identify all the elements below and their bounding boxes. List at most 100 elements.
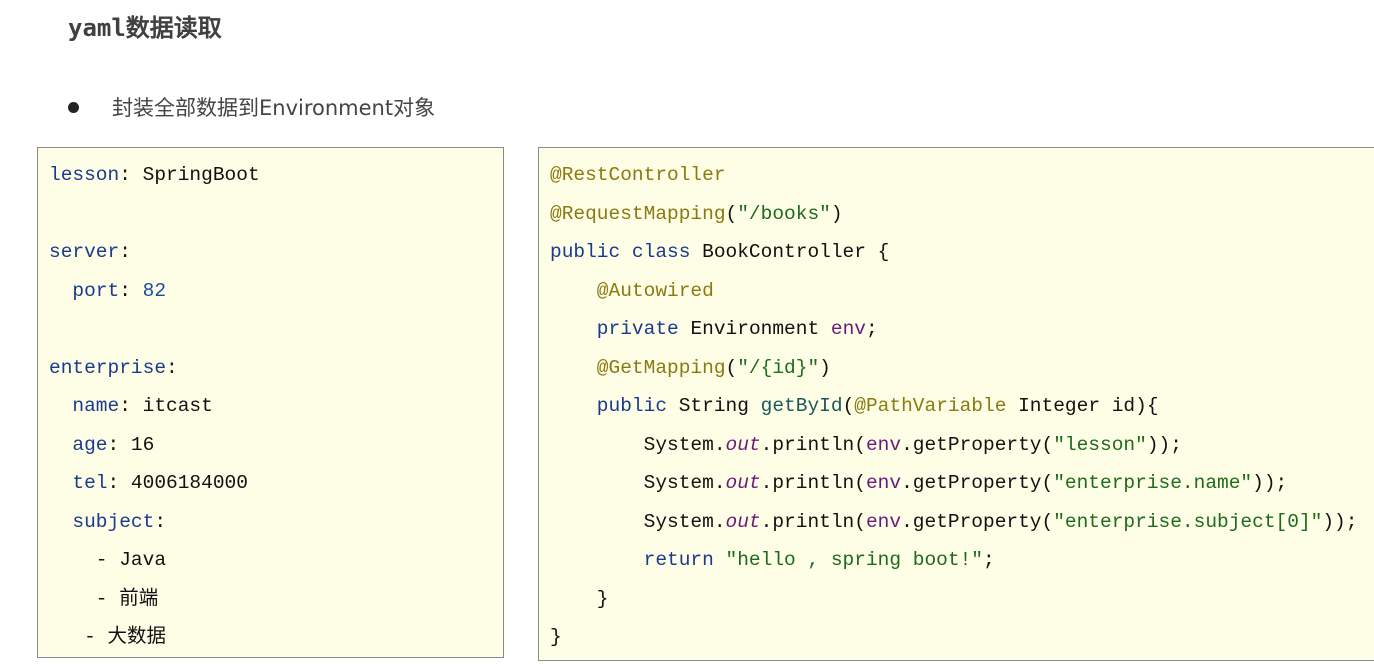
code-token: "hello , spring boot!" bbox=[726, 549, 983, 571]
code-token: public bbox=[550, 395, 679, 417]
code-token: env bbox=[866, 434, 901, 456]
code-token: out bbox=[726, 511, 761, 533]
code-line: @RestController bbox=[550, 158, 1357, 197]
code-token: ( bbox=[726, 203, 738, 225]
code-line bbox=[49, 197, 260, 236]
code-token: ) bbox=[831, 203, 843, 225]
code-token: : SpringBoot bbox=[119, 164, 259, 186]
code-token: .println( bbox=[761, 511, 866, 533]
code-line: public class BookController { bbox=[550, 235, 1357, 274]
code-token: : itcast bbox=[119, 395, 213, 417]
code-line: - Java bbox=[49, 543, 260, 582]
code-token: env bbox=[866, 511, 901, 533]
code-line: - 大数据 bbox=[49, 620, 260, 659]
code-line: port: 82 bbox=[49, 274, 260, 313]
yaml-code: lesson: SpringBoot server: port: 82 enterp… bbox=[49, 158, 260, 659]
code-token: .getProperty( bbox=[901, 434, 1053, 456]
code-token: String bbox=[679, 395, 761, 417]
code-token: - Java bbox=[49, 549, 166, 571]
code-token: "enterprise.name" bbox=[1053, 472, 1252, 494]
code-token: )); bbox=[1252, 472, 1287, 494]
code-token: @PathVariable bbox=[854, 395, 1006, 417]
code-line: enterprise: bbox=[49, 351, 260, 390]
code-token: ( bbox=[726, 357, 738, 379]
bullet-dot-icon bbox=[68, 102, 79, 113]
code-line bbox=[49, 312, 260, 351]
code-token: .getProperty( bbox=[901, 472, 1053, 494]
code-token: env bbox=[866, 472, 901, 494]
code-token: "lesson" bbox=[1053, 434, 1147, 456]
code-token: ) bbox=[819, 357, 831, 379]
java-code-block: @RestController@RequestMapping("/books")… bbox=[538, 147, 1374, 661]
code-token: name bbox=[49, 395, 119, 417]
code-token: - 前端 bbox=[49, 588, 158, 610]
code-token: "enterprise.subject[0]" bbox=[1053, 511, 1322, 533]
code-token: System. bbox=[550, 472, 726, 494]
code-token: @RestController bbox=[550, 164, 726, 186]
code-token: : bbox=[119, 241, 131, 263]
code-line: System.out.println(env.getProperty("ente… bbox=[550, 466, 1357, 505]
code-line: tel: 4006184000 bbox=[49, 466, 260, 505]
code-token: : bbox=[154, 511, 166, 533]
code-token: - 大数据 bbox=[49, 626, 166, 648]
code-token: return bbox=[550, 549, 726, 571]
code-line: } bbox=[550, 620, 1357, 659]
code-token: ; bbox=[983, 549, 995, 571]
code-token: : 4006184000 bbox=[108, 472, 248, 494]
yaml-code-block: lesson: SpringBoot server: port: 82 enterp… bbox=[37, 147, 504, 658]
code-line: @RequestMapping("/books") bbox=[550, 197, 1357, 236]
code-token: Environment bbox=[690, 318, 830, 340]
code-token: Integer id){ bbox=[1006, 395, 1158, 417]
code-line: System.out.println(env.getProperty("ente… bbox=[550, 505, 1357, 544]
code-token: } bbox=[550, 588, 609, 610]
code-line: @GetMapping("/{id}") bbox=[550, 351, 1357, 390]
code-token: : bbox=[119, 280, 142, 302]
code-token: System. bbox=[550, 434, 726, 456]
code-line: subject: bbox=[49, 505, 260, 544]
code-token: @RequestMapping bbox=[550, 203, 726, 225]
code-token: server bbox=[49, 241, 119, 263]
code-token: age bbox=[49, 434, 108, 456]
code-token: enterprise bbox=[49, 357, 166, 379]
code-token: 82 bbox=[143, 280, 166, 302]
code-token: out bbox=[726, 472, 761, 494]
code-token: )); bbox=[1147, 434, 1182, 456]
code-token: .getProperty( bbox=[901, 511, 1053, 533]
code-token: port bbox=[49, 280, 119, 302]
code-token: .println( bbox=[761, 434, 866, 456]
code-line: return "hello , spring boot!"; bbox=[550, 543, 1357, 582]
code-line: public String getById(@PathVariable Inte… bbox=[550, 389, 1357, 428]
code-line: private Environment env; bbox=[550, 312, 1357, 351]
code-line: } bbox=[550, 582, 1357, 621]
code-line: name: itcast bbox=[49, 389, 260, 428]
code-token: ; bbox=[866, 318, 878, 340]
code-token: out bbox=[726, 434, 761, 456]
code-line: lesson: SpringBoot bbox=[49, 158, 260, 197]
code-token: getById bbox=[761, 395, 843, 417]
code-token: subject bbox=[49, 511, 154, 533]
code-token: private bbox=[550, 318, 690, 340]
page-title: yaml数据读取 bbox=[68, 8, 222, 43]
code-token: : bbox=[166, 357, 178, 379]
code-token: BookController { bbox=[702, 241, 889, 263]
code-token: @Autowired bbox=[550, 280, 714, 302]
bullet-item: 封装全部数据到Environment对象 bbox=[68, 92, 435, 122]
code-line: @Autowired bbox=[550, 274, 1357, 313]
code-token: env bbox=[831, 318, 866, 340]
code-token: "/books" bbox=[737, 203, 831, 225]
code-line: age: 16 bbox=[49, 428, 260, 467]
code-token: .println( bbox=[761, 472, 866, 494]
code-line: - 前端 bbox=[49, 582, 260, 621]
code-token: public class bbox=[550, 241, 702, 263]
java-code: @RestController@RequestMapping("/books")… bbox=[550, 158, 1357, 659]
code-token: "/{id}" bbox=[737, 357, 819, 379]
code-token: @GetMapping bbox=[550, 357, 726, 379]
code-token: : 16 bbox=[108, 434, 155, 456]
code-token: } bbox=[550, 626, 562, 648]
code-line: System.out.println(env.getProperty("less… bbox=[550, 428, 1357, 467]
bullet-text: 封装全部数据到Environment对象 bbox=[112, 92, 435, 122]
code-token: lesson bbox=[49, 164, 119, 186]
code-line: server: bbox=[49, 235, 260, 274]
code-token: ( bbox=[843, 395, 855, 417]
code-token: tel bbox=[49, 472, 108, 494]
